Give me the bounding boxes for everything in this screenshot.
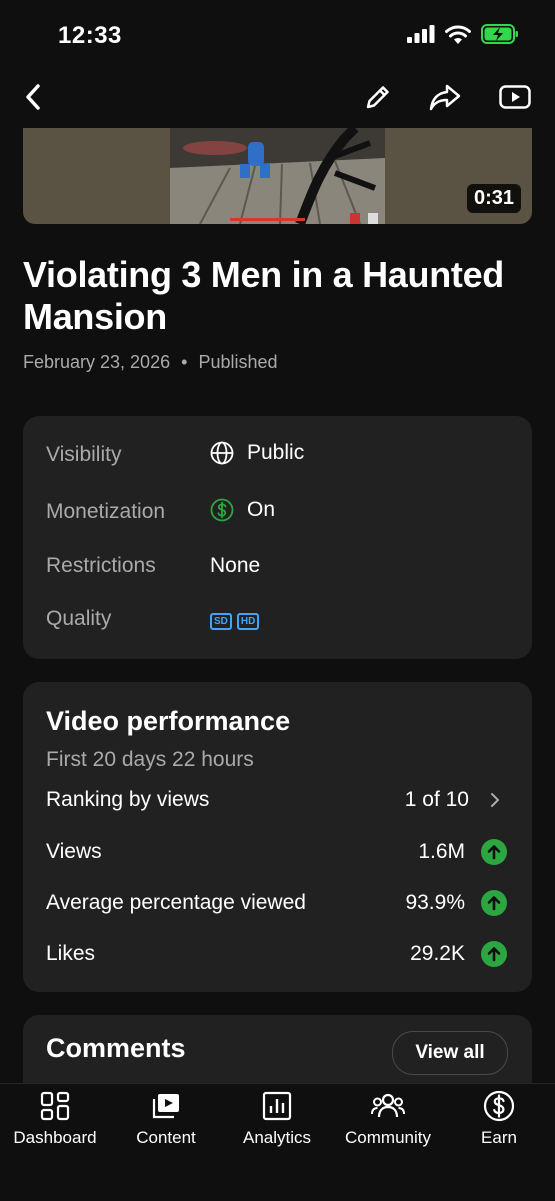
visibility-label: Visibility — [46, 443, 122, 466]
globe-icon — [210, 441, 234, 465]
video-meta: February 23, 2026 • Published — [23, 352, 278, 373]
monetization-label: Monetization — [46, 500, 166, 523]
youtube-watch-button[interactable] — [495, 77, 535, 117]
performance-title: Video performance — [46, 706, 291, 736]
chevron-right-icon — [491, 793, 500, 807]
video-thumbnail[interactable]: 0:31 — [23, 128, 532, 224]
hd-badge: HD — [236, 613, 260, 630]
trend-up-icon — [481, 890, 507, 916]
back-button[interactable] — [13, 77, 53, 117]
nav-community-label: Community — [345, 1128, 431, 1147]
ranking-value: 1 of 10 — [404, 788, 469, 811]
restrictions-value[interactable]: None — [210, 554, 260, 578]
likes-value: 29.2K — [410, 942, 465, 965]
views-label: Views — [46, 840, 102, 863]
likes-row: Likes 29.2K — [46, 941, 507, 967]
ranking-label: Ranking by views — [46, 788, 210, 811]
cellular-signal-icon — [407, 25, 435, 43]
nav-community[interactable]: Community — [333, 1090, 443, 1148]
monetization-value[interactable]: On — [210, 498, 275, 522]
avg-viewed-value: 93.9% — [405, 891, 465, 914]
dollar-circle-icon — [210, 498, 234, 522]
avg-viewed-label: Average percentage viewed — [46, 891, 306, 914]
trend-up-icon — [481, 941, 507, 967]
details-card: Visibility Public Monetization On Restri… — [23, 416, 532, 659]
restrictions-label: Restrictions — [46, 554, 156, 577]
video-frame — [170, 128, 385, 224]
nav-analytics-label: Analytics — [242, 1128, 312, 1147]
publish-date: February 23, 2026 — [23, 352, 171, 372]
dashboard-icon — [40, 1091, 70, 1121]
bottom-navigation: Dashboard Content Analytics Community Ea… — [0, 1083, 555, 1201]
trend-up-icon — [481, 839, 507, 865]
video-title: Violating 3 Men in a Haunted Mansion — [23, 254, 504, 337]
play-box-icon — [499, 85, 531, 109]
nav-analytics[interactable]: Analytics — [222, 1090, 332, 1148]
content-icon — [152, 1094, 179, 1119]
likes-label: Likes — [46, 942, 96, 965]
game-scene-image — [170, 128, 385, 224]
performance-card: Video performance First 20 days 22 hours… — [23, 682, 532, 992]
nav-earn-label: Earn — [481, 1128, 517, 1147]
comments-title: Comments — [46, 1033, 186, 1063]
visibility-value[interactable]: Public — [210, 441, 304, 465]
performance-subtitle: First 20 days 22 hours — [46, 748, 254, 771]
visibility-text: Public — [247, 441, 305, 464]
views-value: 1.6M — [418, 840, 465, 863]
meta-separator: • — [181, 352, 188, 372]
share-button[interactable] — [425, 77, 465, 117]
status-icons — [407, 24, 519, 44]
edit-button[interactable] — [358, 77, 398, 117]
status-time: 12:33 — [58, 22, 122, 49]
back-arrow-icon — [26, 84, 40, 110]
monetization-text: On — [247, 498, 276, 521]
nav-earn[interactable]: Earn — [444, 1090, 554, 1148]
community-icon — [371, 1093, 405, 1118]
wifi-icon — [445, 25, 471, 44]
earn-icon — [483, 1090, 515, 1122]
video-duration: 0:31 — [466, 184, 521, 213]
publish-status: Published — [198, 352, 278, 372]
nav-dashboard-label: Dashboard — [13, 1128, 97, 1147]
ranking-row[interactable]: Ranking by views 1 of 10 — [46, 788, 507, 812]
pencil-icon — [366, 86, 389, 109]
nav-content[interactable]: Content — [111, 1090, 221, 1148]
sd-badge: SD — [210, 613, 232, 630]
restrictions-text: None — [210, 554, 261, 577]
views-row: Views 1.6M — [46, 839, 507, 865]
nav-dashboard[interactable]: Dashboard — [0, 1090, 110, 1148]
nav-content-label: Content — [136, 1128, 196, 1147]
quality-value: SD HD — [210, 611, 264, 630]
battery-charging-icon — [481, 24, 518, 44]
avg-viewed-row: Average percentage viewed 93.9% — [46, 890, 507, 916]
view-all-comments-button[interactable]: View all — [392, 1031, 508, 1075]
analytics-icon — [262, 1091, 292, 1121]
quality-label: Quality — [46, 607, 112, 630]
share-arrow-icon — [429, 84, 461, 111]
